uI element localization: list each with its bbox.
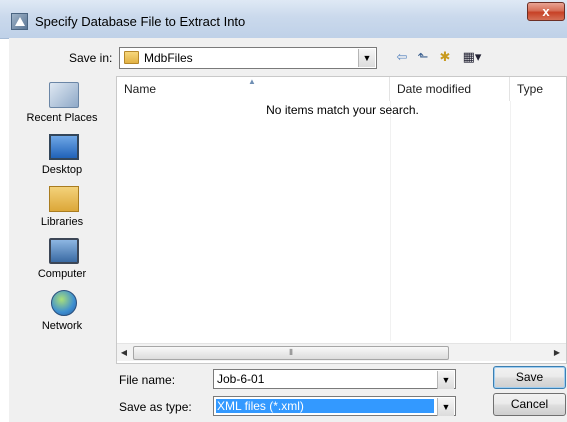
scroll-left-icon[interactable]: ◀ [117,344,131,361]
empty-message: No items match your search. [266,103,419,117]
column-header-date-modified[interactable]: Date modified [390,77,510,101]
place-label: Desktop [41,164,83,176]
file-name-field[interactable]: Job-6-01 ▼ [213,369,456,389]
dialog-body: Save in: MdbFiles ▼ ⇦ ⬑ ✱ ▦▾ Recent Plac… [9,38,567,422]
column-label: Type [517,82,544,96]
cancel-button[interactable]: Cancel [493,393,566,416]
place-recent-places[interactable]: Recent Places [9,80,115,132]
save-as-type-value: XML files (*.xml) [216,399,434,413]
column-divider [390,101,391,341]
chevron-down-icon[interactable]: ▼ [358,49,375,67]
save-in-dropdown[interactable]: MdbFiles ▼ [119,47,377,69]
new-folder-icon[interactable]: ✱ [436,48,454,66]
file-list[interactable]: ▲ Name Date modified Type No items match… [116,76,567,364]
scroll-thumb[interactable]: ⦀ [133,346,449,360]
save-as-type-select[interactable]: XML files (*.xml) ▼ [213,396,456,416]
network-icon [51,290,77,316]
place-computer[interactable]: Computer [9,236,115,288]
horizontal-scrollbar[interactable]: ◀ ⦀ ▶ [117,343,566,361]
place-label: Libraries [40,216,84,228]
place-label: Computer [37,268,87,280]
up-folder-icon[interactable]: ⬑ [414,48,432,66]
column-label: Date modified [397,82,472,96]
folder-icon [124,51,139,64]
save-in-value: MdbFiles [144,51,193,65]
computer-icon [49,238,79,264]
close-button[interactable]: x [527,2,565,21]
app-icon [11,13,28,30]
window-title: Specify Database File to Extract Into [35,14,246,29]
column-header-type[interactable]: Type [510,77,567,101]
desktop-icon [49,134,79,160]
file-name-value: Job-6-01 [217,372,265,386]
chevron-down-icon[interactable]: ▼ [437,398,454,416]
place-label: Recent Places [26,112,98,124]
scroll-right-icon[interactable]: ▶ [550,344,564,361]
views-menu-icon[interactable]: ▦▾ [457,48,487,66]
file-name-label: File name: [119,373,176,387]
chevron-down-icon[interactable]: ▼ [437,371,454,389]
save-in-label: Save in: [69,51,113,65]
back-arrow-icon[interactable]: ⇦ [394,48,410,66]
place-libraries[interactable]: Libraries [9,184,115,236]
place-desktop[interactable]: Desktop [9,132,115,184]
column-label: Name [124,82,157,96]
save-button[interactable]: Save [493,366,566,389]
place-label: Network [41,320,83,332]
column-divider [510,101,511,341]
recent-places-icon [49,82,79,108]
title-bar[interactable]: Specify Database File to Extract Into x [0,0,567,39]
place-network[interactable]: Network [9,288,115,340]
sort-ascending-icon: ▲ [248,77,256,86]
places-bar: Recent Places Desktop Libraries Computer… [9,76,115,364]
column-header-name[interactable]: ▲ Name [117,77,390,101]
save-as-type-label: Save as type: [119,400,192,414]
libraries-icon [49,186,79,212]
